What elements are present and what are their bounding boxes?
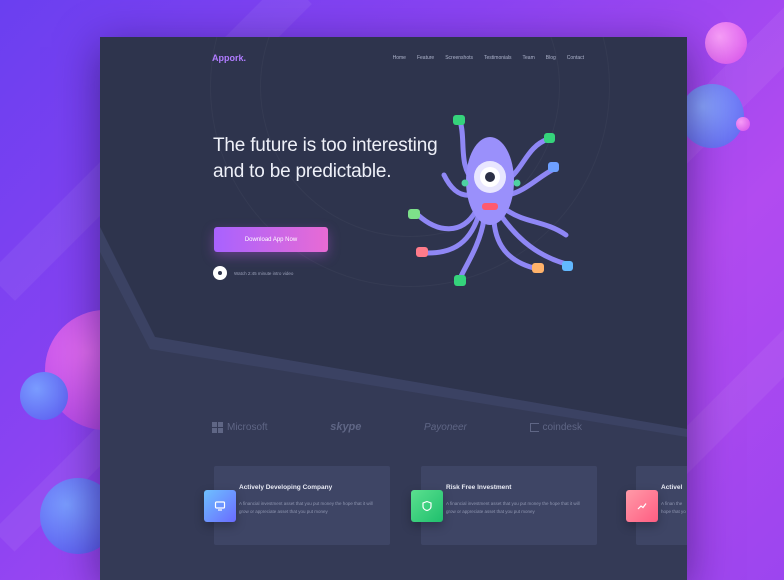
partner-logos: Microsoft skype Payoneer coindesk xyxy=(212,418,582,436)
site-logo[interactable]: Appork. xyxy=(212,53,246,63)
decorative-orb xyxy=(20,372,68,420)
feature-card-title: Activel xyxy=(661,484,683,491)
payoneer-logo: Payoneer xyxy=(424,421,467,433)
intro-video-label: Watch 2:45 minute intro video xyxy=(234,270,294,276)
top-navigation: Appork. Home Feature Screenshots Testimo… xyxy=(212,51,584,65)
card-chart-icon xyxy=(626,490,658,522)
play-icon[interactable] xyxy=(213,266,227,280)
microsoft-logo-icon xyxy=(212,421,223,433)
coindesk-label: coindesk xyxy=(542,421,582,433)
feature-card: Actively Developing Company A financial … xyxy=(204,466,390,545)
nav-item-screenshots[interactable]: Screenshots xyxy=(445,55,473,61)
coindesk-logo: coindesk xyxy=(529,421,582,433)
nav-menu: Home Feature Screenshots Testimonials Te… xyxy=(393,55,584,61)
skype-logo: skype xyxy=(330,421,362,433)
nav-item-team[interactable]: Team xyxy=(523,55,535,61)
feature-card-text: A financial investment asset that you pu… xyxy=(446,501,580,514)
card-shield-icon xyxy=(411,490,443,522)
nav-item-testimonials[interactable]: Testimonials xyxy=(484,55,512,61)
website-preview: Appork. Home Feature Screenshots Testimo… xyxy=(100,37,687,580)
nav-item-home[interactable]: Home xyxy=(393,55,406,61)
decorative-orb xyxy=(736,117,750,131)
microsoft-label: Microsoft xyxy=(227,421,268,433)
microsoft-logo: Microsoft xyxy=(212,421,268,433)
feature-card-title: Risk Free Investment xyxy=(446,484,512,491)
download-app-button[interactable]: Download App Now xyxy=(214,227,328,252)
card-monitor-icon xyxy=(204,490,236,522)
nav-item-contact[interactable]: Contact xyxy=(567,55,584,61)
intro-video-link[interactable]: Watch 2:45 minute intro video xyxy=(213,266,293,280)
feature-card-text: A financial investment asset that you pu… xyxy=(239,501,373,514)
feature-card: Activel A finan the hope that yo xyxy=(626,466,687,545)
feature-card-title: Actively Developing Company xyxy=(239,484,333,491)
nav-item-feature[interactable]: Feature xyxy=(417,55,434,61)
feature-card-text: A finan the hope that yo xyxy=(661,501,686,514)
coindesk-logo-icon xyxy=(529,422,539,432)
nav-item-blog[interactable]: Blog xyxy=(546,55,556,61)
decorative-orb xyxy=(705,22,747,64)
decorative-orb xyxy=(680,84,744,148)
feature-card: Risk Free Investment A financial investm… xyxy=(411,466,597,545)
octopus-mascot xyxy=(408,115,573,286)
